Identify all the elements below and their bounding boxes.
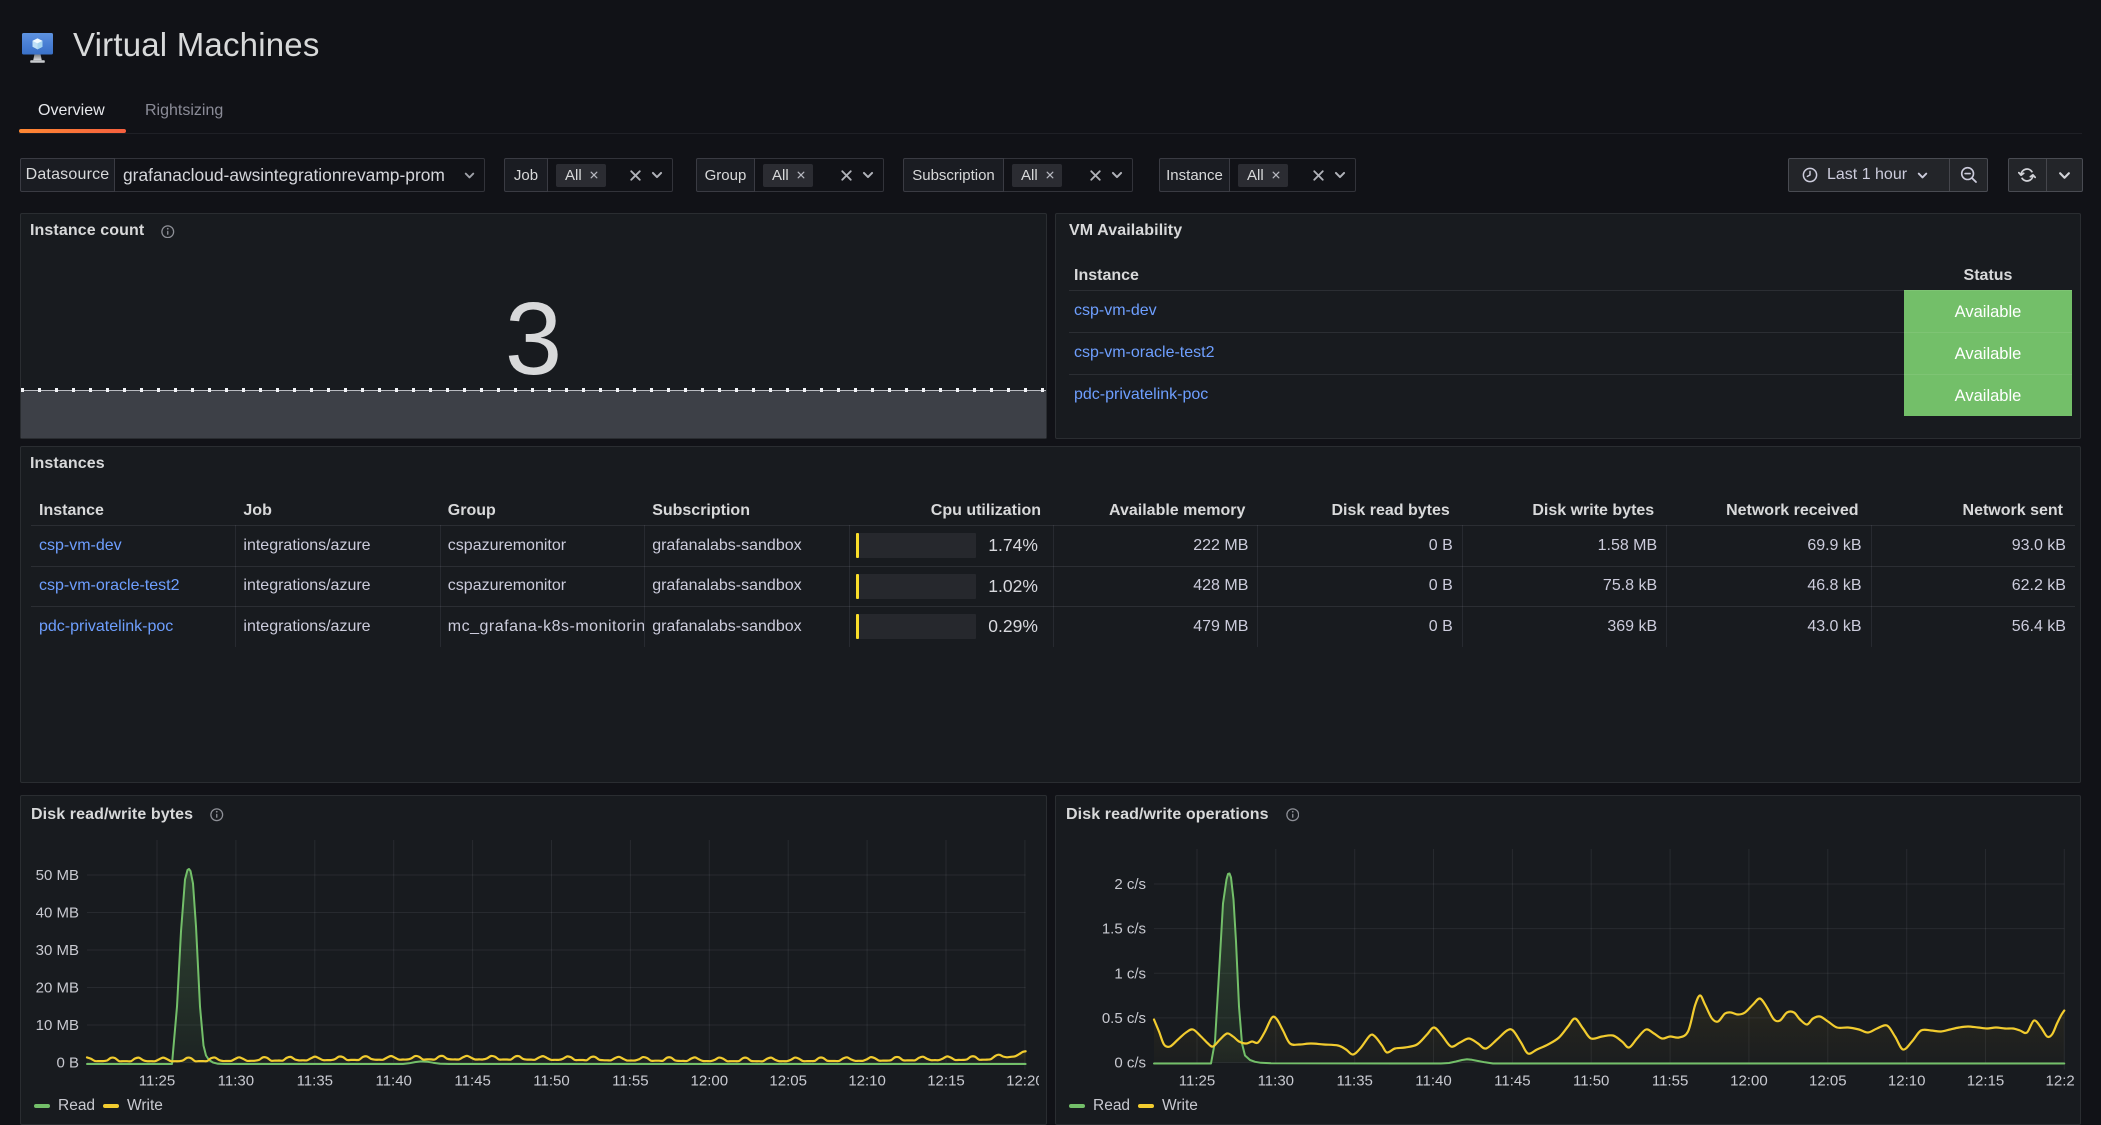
- svg-text:12:20: 12:20: [2046, 1072, 2075, 1089]
- svg-text:11:55: 11:55: [612, 1072, 648, 1089]
- svg-text:11:45: 11:45: [454, 1072, 490, 1089]
- svg-text:1.5 c/s: 1.5 c/s: [1102, 920, 1146, 937]
- svg-text:12:00: 12:00: [1730, 1072, 1768, 1089]
- svg-text:12:10: 12:10: [848, 1072, 886, 1089]
- svg-text:11:50: 11:50: [533, 1072, 569, 1089]
- svg-text:12:10: 12:10: [1888, 1072, 1926, 1089]
- svg-text:40 MB: 40 MB: [36, 904, 79, 921]
- svg-text:12:05: 12:05: [1809, 1072, 1847, 1089]
- svg-text:50 MB: 50 MB: [36, 867, 79, 884]
- svg-text:12:15: 12:15: [1967, 1072, 2005, 1089]
- svg-text:12:00: 12:00: [691, 1072, 729, 1089]
- svg-text:20 MB: 20 MB: [36, 979, 79, 996]
- svg-text:11:30: 11:30: [1258, 1072, 1294, 1089]
- svg-text:11:40: 11:40: [375, 1072, 411, 1089]
- svg-text:10 MB: 10 MB: [36, 1017, 79, 1034]
- svg-text:11:50: 11:50: [1573, 1072, 1609, 1089]
- svg-text:11:40: 11:40: [1415, 1072, 1451, 1089]
- svg-text:11:25: 11:25: [1179, 1072, 1215, 1089]
- svg-text:0 c/s: 0 c/s: [1114, 1054, 1146, 1071]
- svg-text:11:55: 11:55: [1652, 1072, 1688, 1089]
- svg-text:0.5 c/s: 0.5 c/s: [1102, 1009, 1146, 1026]
- svg-text:30 MB: 30 MB: [36, 942, 79, 959]
- svg-text:12:15: 12:15: [927, 1072, 965, 1089]
- svg-text:0 B: 0 B: [56, 1054, 79, 1071]
- svg-text:11:35: 11:35: [297, 1072, 333, 1089]
- svg-text:12:20: 12:20: [1006, 1072, 1039, 1089]
- svg-text:2 c/s: 2 c/s: [1114, 876, 1146, 893]
- svg-text:11:45: 11:45: [1494, 1072, 1530, 1089]
- svg-text:11:25: 11:25: [139, 1072, 175, 1089]
- svg-text:1 c/s: 1 c/s: [1114, 965, 1146, 982]
- svg-text:12:05: 12:05: [769, 1072, 807, 1089]
- svg-text:11:30: 11:30: [218, 1072, 254, 1089]
- svg-text:11:35: 11:35: [1336, 1072, 1372, 1089]
